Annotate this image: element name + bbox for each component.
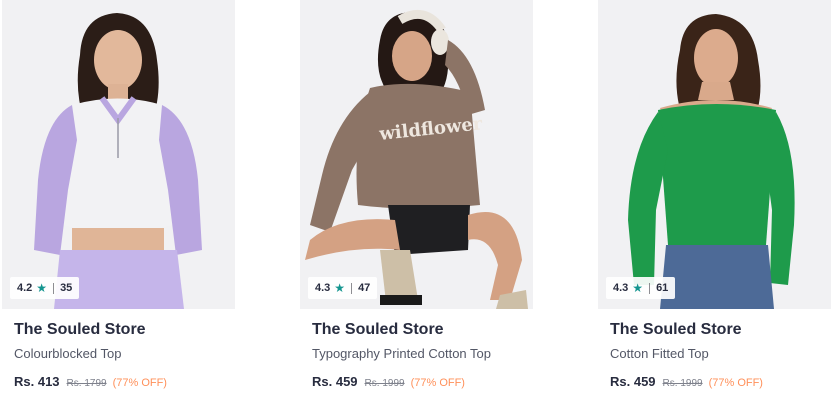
rating-value: 4.2 bbox=[17, 282, 33, 294]
original-price: Rs. 1799 bbox=[66, 378, 107, 389]
product-card[interactable]: wildflower 4.3 ★ 47 The Souled Store Typ… bbox=[300, 0, 533, 420]
rating-value: 4.3 bbox=[613, 282, 629, 294]
rating-count: 61 bbox=[656, 282, 669, 294]
price-row: Rs. 459 Rs. 1999 (77% OFF) bbox=[610, 374, 763, 389]
discount-label: (77% OFF) bbox=[708, 377, 763, 389]
product-name[interactable]: Typography Printed Cotton Top bbox=[312, 346, 491, 361]
price-row: Rs. 459 Rs. 1999 (77% OFF) bbox=[312, 374, 465, 389]
selling-price: Rs. 413 bbox=[14, 374, 60, 389]
discount-label: (77% OFF) bbox=[410, 377, 465, 389]
rating-divider bbox=[351, 282, 353, 294]
product-card[interactable]: 4.3 ★ 61 The Souled Store Cotton Fitted … bbox=[598, 0, 831, 420]
rating-badge: 4.3 ★ 61 bbox=[606, 277, 676, 299]
original-price: Rs. 1999 bbox=[662, 378, 703, 389]
original-price: Rs. 1999 bbox=[364, 378, 405, 389]
rating-count: 47 bbox=[358, 282, 371, 294]
product-card[interactable]: 4.2 ★ 35 The Souled Store Colourblocked … bbox=[2, 0, 235, 420]
rating-divider bbox=[53, 282, 55, 294]
rating-badge: 4.3 ★ 47 bbox=[308, 277, 378, 299]
rating-badge: 4.2 ★ 35 bbox=[10, 277, 80, 299]
selling-price: Rs. 459 bbox=[610, 374, 656, 389]
price-row: Rs. 413 Rs. 1799 (77% OFF) bbox=[14, 374, 167, 389]
star-icon: ★ bbox=[632, 281, 644, 295]
rating-count: 35 bbox=[60, 282, 73, 294]
product-name[interactable]: Cotton Fitted Top bbox=[610, 346, 709, 361]
product-brand[interactable]: The Souled Store bbox=[14, 321, 146, 339]
product-brand[interactable]: The Souled Store bbox=[312, 321, 444, 339]
star-icon: ★ bbox=[334, 281, 346, 295]
product-image[interactable]: 4.2 ★ 35 bbox=[2, 0, 235, 309]
rating-divider bbox=[649, 282, 651, 294]
discount-label: (77% OFF) bbox=[112, 377, 167, 389]
product-image[interactable]: 4.3 ★ 61 bbox=[598, 0, 831, 309]
product-brand[interactable]: The Souled Store bbox=[610, 321, 742, 339]
product-name[interactable]: Colourblocked Top bbox=[14, 346, 121, 361]
rating-value: 4.3 bbox=[315, 282, 331, 294]
product-image[interactable]: wildflower 4.3 ★ 47 bbox=[300, 0, 533, 309]
star-icon: ★ bbox=[36, 281, 48, 295]
selling-price: Rs. 459 bbox=[312, 374, 358, 389]
